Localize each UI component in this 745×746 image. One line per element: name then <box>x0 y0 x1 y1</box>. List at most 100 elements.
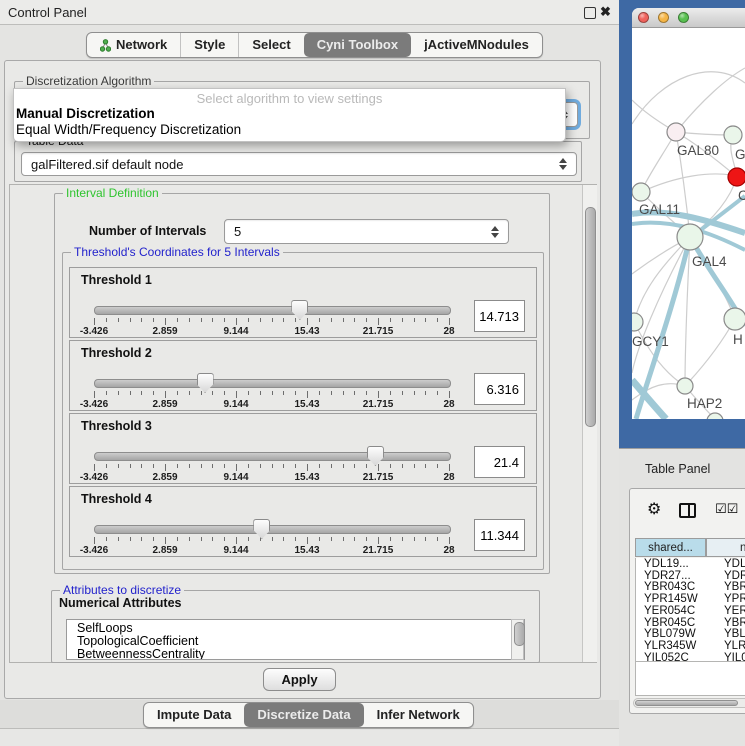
network-edge[interactable] <box>685 319 735 386</box>
tick-label: 9.144 <box>208 545 264 556</box>
tab-impute-data[interactable]: Impute Data <box>144 703 244 727</box>
float-window-icon[interactable] <box>584 7 596 19</box>
cell-shared-name: YDR27... <box>644 570 691 582</box>
mac-minimize-button[interactable] <box>658 12 669 23</box>
tick-mark <box>141 318 142 322</box>
tick-mark <box>201 537 202 541</box>
cell-name: YBL0 <box>724 628 745 640</box>
tick-mark <box>354 464 355 468</box>
network-canvas[interactable]: GAL80GACGAL11GAL4GCY1HHAP2 <box>632 28 745 419</box>
node-label: C <box>738 188 745 203</box>
tab-style[interactable]: Style <box>180 33 238 57</box>
attributes-scrollbar[interactable] <box>511 619 524 660</box>
tab-infer-network[interactable]: Infer Network <box>364 703 473 727</box>
threshold-value-field[interactable]: 14.713 <box>474 300 525 332</box>
tick-mark <box>425 391 426 395</box>
table-row[interactable]: YBR045CYBR0 <box>636 617 745 629</box>
slider-thumb[interactable] <box>291 300 308 320</box>
cell-shared-name: YER054C <box>644 605 695 617</box>
main-scrollbar[interactable] <box>582 185 597 662</box>
slider-track[interactable] <box>94 525 451 534</box>
mac-close-button[interactable] <box>638 12 649 23</box>
table-body[interactable]: YDL19...YDL1YDR27...YDR2YBR043CYBR0YPR14… <box>635 558 745 662</box>
threshold-label: Threshold 4 <box>81 492 152 506</box>
tab-cyni-toolbox[interactable]: Cyni Toolbox <box>304 33 411 57</box>
scrollbar-thumb[interactable] <box>585 207 596 427</box>
slider-track[interactable] <box>94 452 451 461</box>
table-data-combobox[interactable]: galFiltered.sif default node <box>21 152 577 176</box>
algorithm-option-0[interactable]: Manual Discretization <box>16 106 556 121</box>
slider-thumb[interactable] <box>253 519 270 539</box>
tick-mark <box>153 537 154 541</box>
tick-label: 21.715 <box>350 399 406 410</box>
algorithm-option-1[interactable]: Equal Width/Frequency Discretization <box>16 122 556 137</box>
tick-mark <box>319 391 320 395</box>
tick-mark <box>94 537 95 544</box>
table-hscrollbar[interactable] <box>633 698 745 708</box>
apply-button[interactable]: Apply <box>263 668 336 691</box>
slider-track[interactable] <box>94 306 451 315</box>
network-edge[interactable] <box>641 132 676 192</box>
tick-label: 2.859 <box>137 545 193 556</box>
gear-icon[interactable]: ⚙ <box>647 499 661 518</box>
threshold-value-field[interactable]: 6.316 <box>474 373 525 405</box>
table-panel: ⚙ ☑☑ shared... na YDL19...YDL1YDR27...YD… <box>629 488 745 714</box>
table-row[interactable]: YBL079WYBL0 <box>636 628 745 640</box>
tick-label: 15.43 <box>279 399 335 410</box>
tab-discretize-data[interactable]: Discretize Data <box>244 703 363 727</box>
network-window-titlebar[interactable] <box>632 8 745 28</box>
tab-jactivemnodules[interactable]: jActiveMNodules <box>411 33 542 57</box>
network-edge[interactable] <box>634 237 690 322</box>
tick-mark <box>390 391 391 395</box>
slider-thumb[interactable] <box>197 373 214 393</box>
tick-mark <box>437 537 438 541</box>
table-row[interactable]: YLR345WYLR3 <box>636 640 745 652</box>
node-label: GA <box>735 147 745 162</box>
threshold-value-field[interactable]: 21.4 <box>474 446 525 478</box>
attribute-item[interactable]: BetweennessCentrality <box>67 648 524 660</box>
attribute-item[interactable]: SelfLoops <box>67 620 524 635</box>
scrollbar-thumb[interactable] <box>635 700 738 706</box>
network-node-gal4[interactable] <box>677 224 703 250</box>
num-intervals-combobox[interactable]: 5 <box>224 219 509 244</box>
tick-label: -3.426 <box>66 545 122 556</box>
network-edge[interactable] <box>632 237 690 373</box>
table-row[interactable]: YBR043CYBR0 <box>636 581 745 593</box>
slider-track[interactable] <box>94 379 451 388</box>
table-row[interactable]: YDL19...YDL1 <box>636 558 745 570</box>
table-row[interactable]: YPR145WYPR1 <box>636 593 745 605</box>
column-header-shared[interactable]: shared... <box>635 538 706 557</box>
mac-zoom-button[interactable] <box>678 12 689 23</box>
threshold-value-field[interactable]: 11.344 <box>474 519 525 551</box>
cell-shared-name: YLR345W <box>644 640 696 652</box>
tab-network[interactable]: Network <box>87 33 180 57</box>
table-row[interactable]: YDR27...YDR2 <box>636 570 745 582</box>
table-row[interactable]: YER054CYER0 <box>636 605 745 617</box>
network-node-ga[interactable] <box>724 126 742 144</box>
tick-mark <box>177 318 178 322</box>
network-edge[interactable] <box>676 68 745 132</box>
network-node-gal80[interactable] <box>667 123 685 141</box>
network-node-hap2[interactable] <box>677 378 693 394</box>
numerical-attributes-list[interactable]: SelfLoopsTopologicalCoefficientBetweenne… <box>66 619 525 660</box>
tick-label: -3.426 <box>66 326 122 337</box>
slider-thumb[interactable] <box>367 446 384 466</box>
split-view-icon[interactable] <box>679 503 696 518</box>
close-icon[interactable]: ✖ <box>600 4 611 20</box>
network-node-c[interactable] <box>728 168 745 186</box>
column-header-name[interactable]: na <box>706 538 745 557</box>
network-node-h[interactable] <box>724 308 745 330</box>
tick-mark <box>189 318 190 322</box>
network-node-gcy1[interactable] <box>632 313 643 331</box>
tick-mark <box>295 391 296 395</box>
network-edge[interactable] <box>634 322 685 386</box>
scrollbar-thumb[interactable] <box>514 622 525 646</box>
tab-select[interactable]: Select <box>238 33 303 57</box>
cell-shared-name: YPR145W <box>644 593 698 605</box>
threshold-label: Threshold 2 <box>81 346 152 360</box>
table-row[interactable]: YIL052CYIL0 <box>636 652 745 662</box>
threshold-slider-2: Threshold 2-3.4262.8599.14415.4321.71528… <box>69 340 537 411</box>
tick-mark <box>272 391 273 395</box>
checkbox-checked-icon[interactable]: ☑☑ <box>715 502 738 517</box>
network-node-gal11[interactable] <box>632 183 650 201</box>
